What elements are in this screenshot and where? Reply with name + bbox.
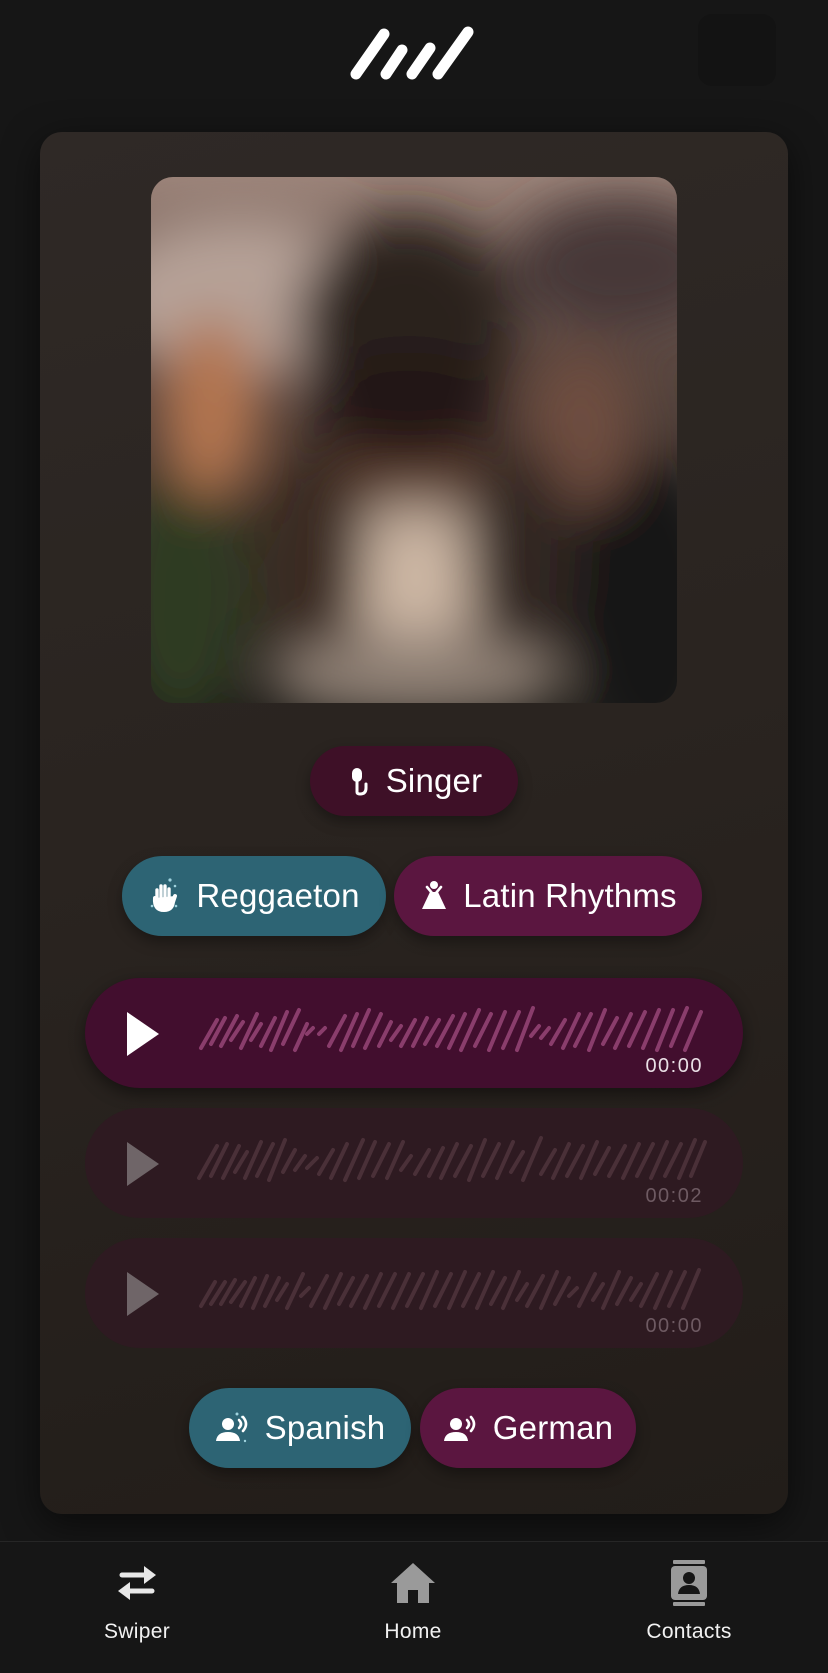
profile-photo[interactable] [151, 177, 677, 703]
waveform[interactable] [195, 1130, 715, 1190]
genre-pill-latin-rhythms[interactable]: Latin Rhythms [394, 856, 702, 936]
app-header [0, 0, 828, 120]
language-pill-spanish[interactable]: Spanish [189, 1388, 411, 1468]
language-label: German [492, 1409, 614, 1446]
nav-label: Contacts [646, 1620, 732, 1643]
contact-card-icon [669, 1560, 709, 1606]
swap-arrows-icon [114, 1560, 160, 1606]
hand-icon [148, 876, 182, 916]
role-label: Singer [385, 762, 483, 799]
nav-label: Home [384, 1620, 442, 1643]
audio-clip-3[interactable]: 00:00 [85, 1238, 743, 1348]
nav-label: Swiper [104, 1620, 170, 1643]
blurred-portrait-photo [151, 177, 677, 703]
genre-label: Latin Rhythms [463, 877, 677, 914]
audio-clip-1[interactable]: 00:00 [85, 978, 743, 1088]
audio-clip-2[interactable]: 00:02 [85, 1108, 743, 1218]
play-icon[interactable] [123, 1140, 163, 1188]
waveform[interactable] [195, 1260, 715, 1320]
clip-time: 00:00 [645, 1055, 703, 1077]
speaking-person-icon [443, 1411, 479, 1445]
nav-item-swiper[interactable]: Swiper [37, 1542, 237, 1673]
language-label: Spanish [264, 1409, 386, 1446]
nav-item-home[interactable]: Home [313, 1542, 513, 1673]
genre-pill-reggaeton[interactable]: Reggaeton [122, 856, 386, 936]
header-menu-button[interactable] [698, 14, 776, 86]
house-icon [389, 1560, 437, 1606]
dancer-icon [419, 879, 449, 913]
language-pill-german[interactable]: German [420, 1388, 636, 1468]
genre-label: Reggaeton [196, 877, 360, 914]
microphone-icon [346, 766, 372, 796]
bottom-nav: Swiper Home Contacts [0, 1541, 828, 1672]
waveform[interactable] [195, 1000, 715, 1060]
clip-time: 00:02 [645, 1185, 703, 1207]
clip-time: 00:00 [645, 1315, 703, 1337]
nav-item-contacts[interactable]: Contacts [589, 1542, 789, 1673]
play-icon[interactable] [123, 1270, 163, 1318]
role-pill-singer[interactable]: Singer [310, 746, 518, 816]
play-icon[interactable] [123, 1010, 163, 1058]
waveform-logo [350, 26, 474, 80]
speaking-person-icon [215, 1411, 251, 1445]
